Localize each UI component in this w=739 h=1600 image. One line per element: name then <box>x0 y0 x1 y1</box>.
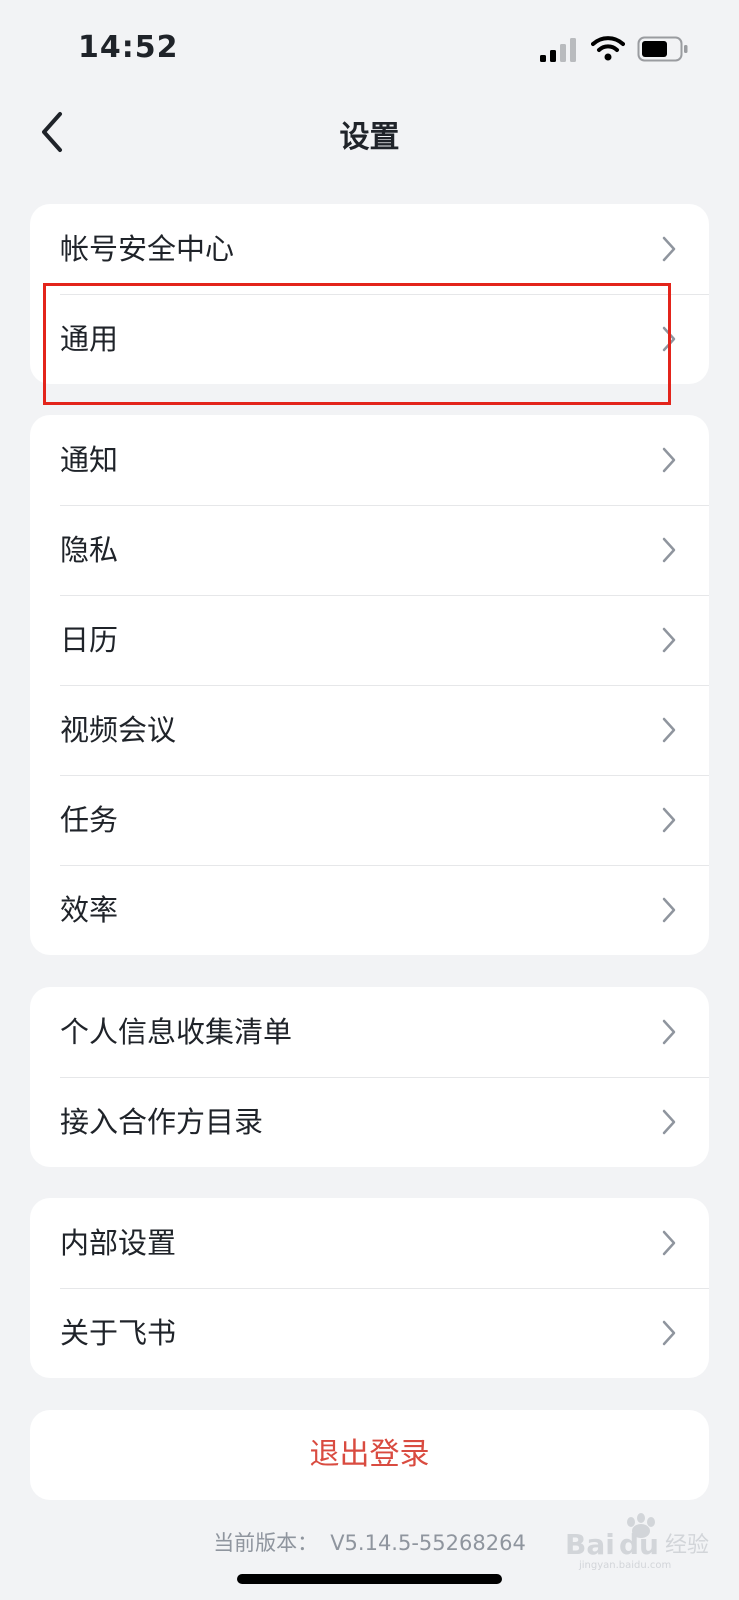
page-title: 设置 <box>339 120 400 155</box>
settings-item-label: 关于飞书 <box>60 1316 177 1350</box>
settings-item-notifications[interactable]: 通知 <box>30 415 709 505</box>
chevron-right-icon <box>662 1230 676 1256</box>
baidu-watermark-logo: Bai du 经验 jingyan.baidu.com <box>565 1513 709 1570</box>
settings-item-label: 日历 <box>60 623 119 657</box>
chevron-right-icon <box>662 627 676 653</box>
logout-label: 退出登录 <box>309 1437 430 1472</box>
settings-item-label: 帐号安全中心 <box>60 232 235 266</box>
chevron-right-icon <box>662 447 676 473</box>
status-time: 14:52 <box>78 30 179 65</box>
settings-item-efficiency[interactable]: 效率 <box>30 865 709 955</box>
wifi-icon <box>591 36 625 61</box>
settings-item-label: 通知 <box>60 443 119 477</box>
chevron-right-icon <box>662 717 676 743</box>
settings-item-label: 效率 <box>60 893 119 927</box>
version-label: 当前版本： <box>213 1531 319 1555</box>
settings-item-label: 通用 <box>60 322 119 356</box>
chevron-right-icon <box>662 236 676 262</box>
settings-item-video-meeting[interactable]: 视频会议 <box>30 685 709 775</box>
settings-item-label: 内部设置 <box>60 1226 177 1260</box>
settings-group-about: 内部设置 关于飞书 <box>30 1198 709 1378</box>
settings-item-label: 视频会议 <box>60 713 177 747</box>
status-bar: 14:52 <box>0 0 739 100</box>
settings-item-calendar[interactable]: 日历 <box>30 595 709 685</box>
chevron-right-icon <box>662 537 676 563</box>
chevron-right-icon <box>662 807 676 833</box>
chevron-right-icon <box>662 326 676 352</box>
chevron-right-icon <box>662 1320 676 1346</box>
settings-item-privacy[interactable]: 隐私 <box>30 505 709 595</box>
nav-bar: 设置 <box>0 100 739 164</box>
settings-item-partner-directory[interactable]: 接入合作方目录 <box>30 1077 709 1167</box>
home-indicator <box>237 1574 502 1584</box>
settings-item-personal-info-list[interactable]: 个人信息收集清单 <box>30 987 709 1077</box>
logout-button[interactable]: 退出登录 <box>30 1410 709 1500</box>
settings-item-about[interactable]: 关于飞书 <box>30 1288 709 1378</box>
settings-item-label: 任务 <box>60 803 119 837</box>
settings-item-label: 接入合作方目录 <box>60 1105 264 1139</box>
svg-text:经验: 经验 <box>665 1533 709 1558</box>
version-value: V5.14.5-55268264 <box>330 1531 526 1555</box>
svg-text:du: du <box>619 1528 659 1561</box>
settings-item-internal[interactable]: 内部设置 <box>30 1198 709 1288</box>
settings-item-general[interactable]: 通用 <box>30 294 709 384</box>
svg-text:jingyan.baidu.com: jingyan.baidu.com <box>578 1560 671 1570</box>
chevron-right-icon <box>662 1109 676 1135</box>
svg-text:Bai: Bai <box>565 1528 615 1561</box>
signal-icon <box>540 38 576 62</box>
settings-group-info: 个人信息收集清单 接入合作方目录 <box>30 987 709 1167</box>
settings-group-features: 通知 隐私 日历 视频会议 任务 效率 <box>30 415 709 955</box>
chevron-right-icon <box>662 897 676 923</box>
settings-group-account: 帐号安全中心 通用 <box>30 204 709 384</box>
settings-item-label: 个人信息收集清单 <box>60 1015 293 1049</box>
settings-item-label: 隐私 <box>60 533 119 567</box>
settings-item-account-security[interactable]: 帐号安全中心 <box>30 204 709 294</box>
settings-item-tasks[interactable]: 任务 <box>30 775 709 865</box>
chevron-right-icon <box>662 1019 676 1045</box>
battery-icon <box>637 36 688 62</box>
